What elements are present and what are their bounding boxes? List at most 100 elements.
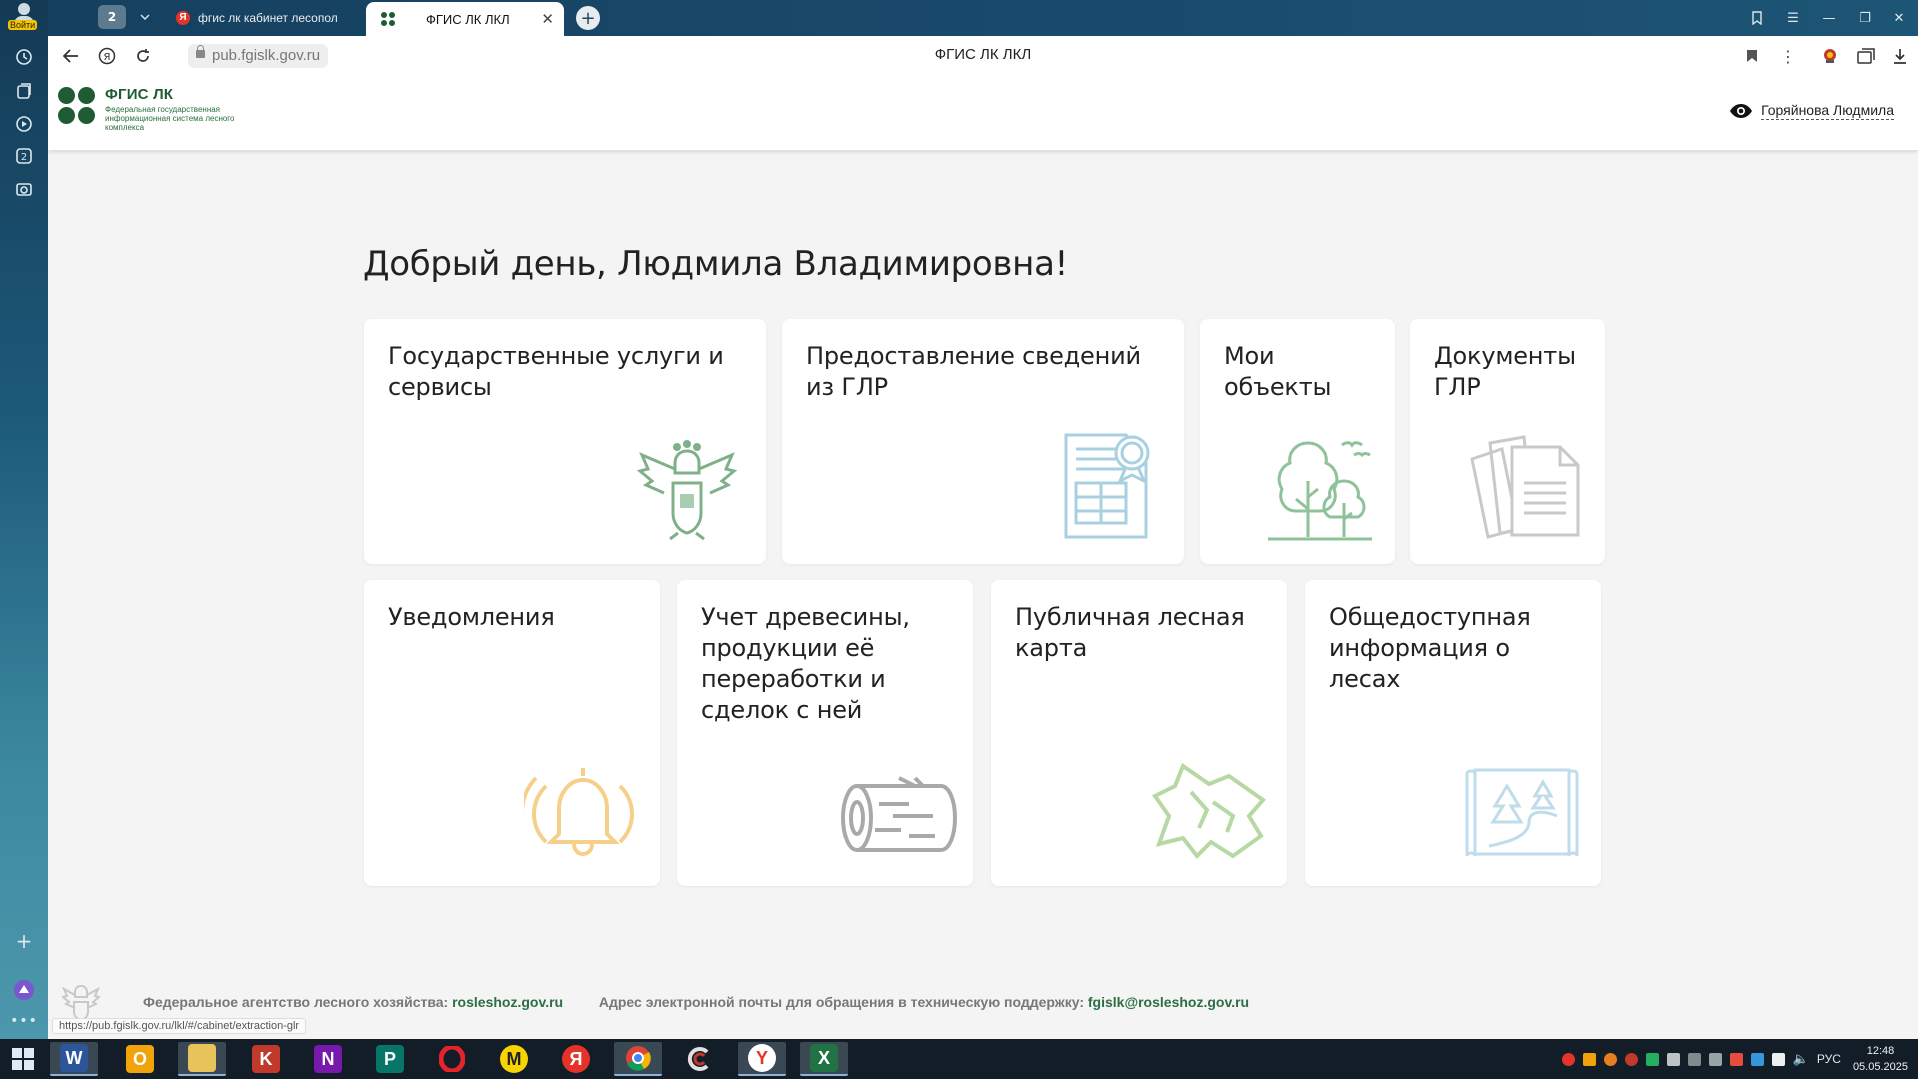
tray-flag-icon[interactable] [1708, 1052, 1722, 1066]
card-title: Общедоступная информация о лесах [1329, 603, 1531, 693]
collections-icon[interactable] [11, 78, 37, 104]
close-window-icon[interactable]: ✕ [1886, 6, 1912, 30]
card-gov-services[interactable]: Государственные услуги и сервисы [364, 319, 766, 564]
tab-count-icon[interactable]: 2 [11, 143, 37, 169]
page-menu-icon[interactable]: ⋮ [1776, 44, 1800, 68]
footer-text: Федеральное агентство лесного хозяйства:… [143, 994, 1249, 1010]
card-title: Уведомления [388, 603, 555, 631]
tray-sync-icon[interactable] [1603, 1052, 1617, 1066]
volume-icon[interactable]: 🔈 [1793, 1051, 1809, 1067]
lock-icon [196, 45, 205, 58]
site-footer: Федеральное агентство лесного хозяйства:… [48, 976, 1918, 1036]
card-wood-accounting[interactable]: Учет древесины, продукции её переработки… [677, 580, 973, 886]
card-glr-documents[interactable]: Документы ГЛР [1410, 319, 1605, 564]
card-title: Государственные услуги и сервисы [388, 342, 724, 401]
more-icon[interactable]: ••• [10, 1008, 37, 1034]
yandex-favicon-icon: Я [176, 11, 190, 25]
logo-title: ФГИС ЛК [105, 86, 174, 103]
alice-assistant-icon[interactable] [11, 977, 37, 1003]
new-tab-button[interactable]: + [576, 6, 600, 30]
status-bar-url: https://pub.fgislk.gov.ru/lkl/#/cabinet/… [52, 1018, 307, 1034]
tabs-dropdown-icon[interactable] [132, 5, 158, 29]
eye-icon [1730, 104, 1753, 118]
yandex-home-icon[interactable]: Я [94, 43, 120, 69]
tray-network-activity-icon[interactable] [1645, 1052, 1659, 1066]
taskbar-word[interactable]: W [50, 1042, 98, 1076]
menu-icon[interactable]: ☰ [1780, 6, 1806, 30]
clock-date: 05.05.2025 [1852, 1061, 1908, 1073]
tray-device-icon[interactable] [1666, 1052, 1680, 1066]
windows-taskbar: W O K N P M Я Y X 🔈 РУС 12:48 05.05.2025 [0, 1039, 1918, 1079]
download-icon[interactable] [1888, 44, 1912, 68]
reload-icon[interactable] [130, 43, 156, 69]
tab-count-button[interactable]: 2 [98, 5, 126, 29]
tray-usb-icon[interactable] [1687, 1052, 1701, 1066]
minimize-icon[interactable]: — [1816, 6, 1842, 30]
taskbar-outlook[interactable]: O [116, 1042, 164, 1076]
tray-network-icon[interactable] [1771, 1052, 1785, 1066]
site-header: ФГИС ЛК Федеральная государственная инфо… [48, 76, 1918, 150]
browser-sidebar: Войти 2 + ••• [0, 0, 48, 1039]
yandex-market-icon: M [500, 1045, 528, 1073]
tab-fgislk[interactable]: ФГИС ЛК ЛКЛ ✕ [366, 2, 564, 36]
bookmarks-panel-icon[interactable] [1744, 6, 1770, 30]
address-bar: Я pub.fgislk.gov.ru ФГИС ЛК ЛКЛ ⋮ [48, 36, 1918, 77]
card-forest-public-info[interactable]: Общедоступная информация о лесах [1305, 580, 1601, 886]
taskbar-kaspersky[interactable]: K [242, 1042, 290, 1076]
tray-antivirus-icon[interactable] [1624, 1052, 1638, 1066]
taskbar-yandex-browser[interactable]: Y [738, 1042, 786, 1076]
close-tab-icon[interactable]: ✕ [541, 10, 554, 28]
taskbar-publisher[interactable]: P [366, 1042, 414, 1076]
profile-login-label: Войти [8, 20, 38, 30]
url-field[interactable]: pub.fgislk.gov.ru [188, 44, 329, 68]
footer-support-email-link[interactable]: fgislk@rosleshoz.gov.ru [1088, 994, 1249, 1010]
card-glr-info[interactable]: Предоставление сведений из ГЛР [782, 319, 1184, 564]
taskbar-chrome[interactable] [614, 1042, 662, 1076]
tab-yandex-search[interactable]: Я фгис лк кабинет лесопол [166, 4, 376, 32]
taskbar-opera[interactable] [428, 1042, 476, 1076]
user-menu[interactable]: Горяйнова Людмила [1729, 102, 1894, 120]
coat-of-arms-icon [636, 440, 738, 541]
logo-subtitle: Федеральная государственная информационн… [105, 105, 235, 132]
card-public-forest-map[interactable]: Публичная лесная карта [991, 580, 1287, 886]
tray-app-icon[interactable] [1750, 1052, 1764, 1066]
yandex-icon: Я [562, 1045, 590, 1073]
tray-camera-icon[interactable] [1729, 1052, 1743, 1066]
taskbar-clock[interactable]: 12:48 05.05.2025 [1853, 1043, 1908, 1075]
card-title: Учет древесины, продукции её переработки… [701, 603, 910, 724]
card-notifications[interactable]: Уведомления [364, 580, 660, 886]
taskbar-onenote[interactable]: N [304, 1042, 352, 1076]
screenshot-icon[interactable] [11, 176, 37, 202]
taskbar-yandex-market[interactable]: M [490, 1042, 538, 1076]
extension-icon[interactable] [1818, 44, 1842, 68]
fgislk-logo[interactable]: ФГИС ЛК Федеральная государственная инфо… [58, 85, 248, 141]
add-panel-icon[interactable]: + [11, 928, 37, 954]
history-icon[interactable] [11, 44, 37, 70]
svg-text:2: 2 [21, 152, 27, 163]
taskbar-yandex[interactable]: Я [552, 1042, 600, 1076]
taskbar-ccleaner[interactable] [676, 1042, 724, 1076]
footer-support-label: Адрес электронной почты для обращения в … [598, 994, 1084, 1010]
taskbar-file-explorer[interactable] [178, 1042, 226, 1076]
footer-agency-link[interactable]: rosleshoz.gov.ru [452, 994, 563, 1010]
web-page: ФГИС ЛК Федеральная государственная инфо… [48, 76, 1918, 1039]
back-icon[interactable] [58, 43, 84, 69]
card-my-objects[interactable]: Мои объекты [1200, 319, 1395, 564]
language-indicator[interactable]: РУС [1817, 1052, 1841, 1066]
tray-folder-icon[interactable] [1582, 1052, 1596, 1066]
collections-panel-icon[interactable] [1854, 44, 1878, 68]
tray-yandex-icon[interactable] [1561, 1052, 1575, 1066]
trees-icon [1268, 441, 1372, 541]
bookmark-icon[interactable] [1740, 44, 1764, 68]
taskbar-excel[interactable]: X [800, 1042, 848, 1076]
map-icon [1152, 762, 1266, 860]
forest-scroll-icon [1465, 768, 1579, 857]
fgislk-favicon-icon [381, 12, 395, 26]
video-icon[interactable] [11, 111, 37, 137]
greeting-heading: Добрый день, Людмила Владимировна! [363, 244, 1068, 284]
ccleaner-icon [686, 1045, 714, 1073]
profile-button[interactable]: Войти [6, 3, 42, 33]
restore-icon[interactable]: ❐ [1852, 6, 1878, 30]
start-button[interactable] [0, 1039, 46, 1079]
kaspersky-icon: K [252, 1045, 280, 1073]
